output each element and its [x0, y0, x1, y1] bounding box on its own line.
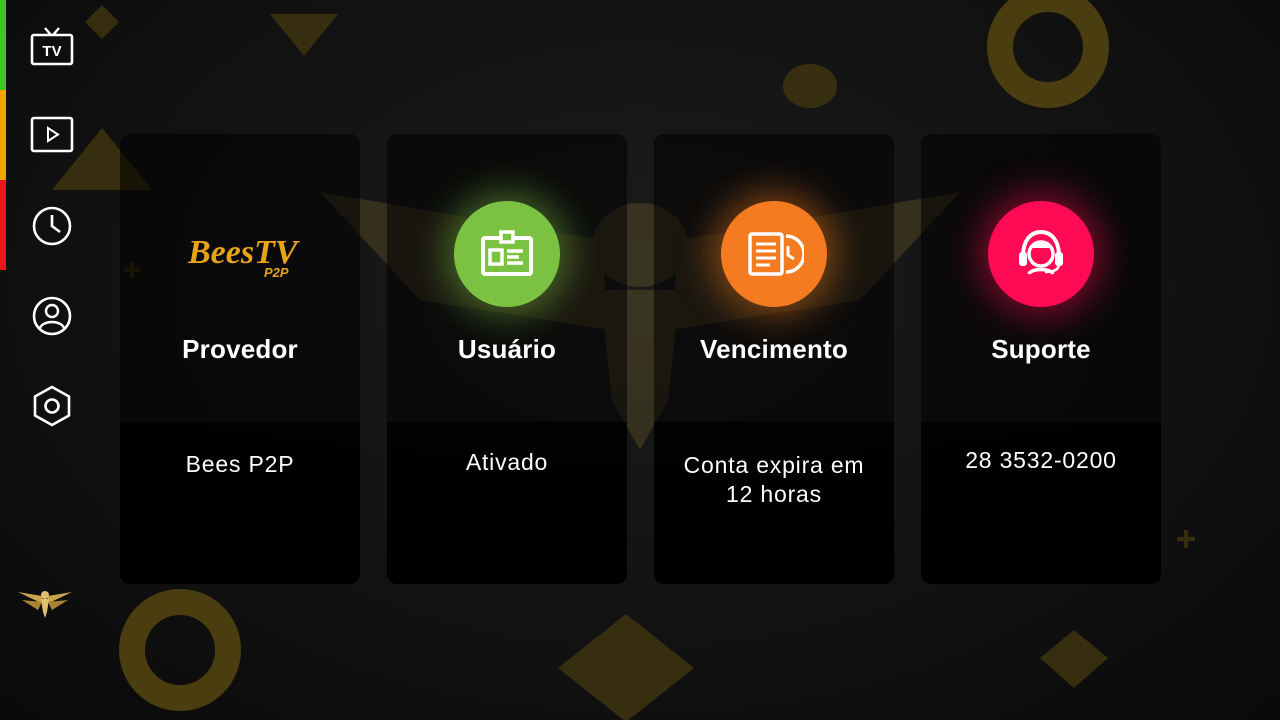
- settings-icon: [33, 385, 71, 427]
- app-screen: TV BeesTV P2P Provedor Bees P2P Usuário …: [0, 0, 1280, 720]
- sidebar-accent-red: [0, 180, 6, 270]
- user-card[interactable]: Usuário Ativado: [387, 134, 627, 584]
- card-value: Ativado: [465, 449, 549, 475]
- expiry-card[interactable]: Vencimento Conta expira em 12 horas: [654, 134, 894, 584]
- card-title: Provedor: [182, 334, 298, 364]
- svg-text:P2P: P2P: [264, 265, 289, 280]
- support-badge: [988, 201, 1094, 307]
- sidebar-item-account[interactable]: [24, 288, 80, 344]
- sidebar-item-history[interactable]: [24, 198, 80, 254]
- sidebar: TV: [0, 0, 104, 720]
- svg-text:TV: TV: [42, 43, 61, 60]
- expiry-badge: [721, 201, 827, 307]
- card-title: Usuário: [457, 334, 557, 364]
- play-icon: [30, 116, 74, 153]
- sidebar-item-settings[interactable]: [24, 378, 80, 434]
- clock-icon: [32, 206, 72, 246]
- user-icon: [32, 296, 72, 336]
- provider-card[interactable]: BeesTV P2P Provedor Bees P2P: [120, 134, 360, 584]
- expiry-document-icon: [748, 232, 804, 276]
- support-card[interactable]: Suporte 28 3532-0200: [921, 134, 1161, 584]
- bee-logo-icon: [18, 591, 72, 618]
- card-value: Conta expira em 12 horas: [683, 452, 865, 507]
- headset-support-icon: [1019, 229, 1063, 276]
- card-value: Bees P2P: [185, 451, 295, 477]
- sidebar-item-tv[interactable]: TV: [24, 18, 80, 74]
- sidebar-accent-green: [0, 0, 6, 90]
- user-status-badge: [454, 201, 560, 307]
- beestv-logo: BeesTV P2P: [180, 219, 300, 289]
- card-title: Vencimento: [700, 334, 848, 364]
- card-value: 28 3532-0200: [965, 447, 1117, 473]
- beestv-logo-icon: BeesTV P2P: [187, 234, 300, 280]
- tv-icon: TV: [30, 27, 74, 66]
- id-card-icon: [481, 230, 533, 276]
- sidebar-item-movies[interactable]: [24, 107, 80, 163]
- card-title: Suporte: [991, 334, 1091, 364]
- sidebar-accent-yellow: [0, 90, 6, 180]
